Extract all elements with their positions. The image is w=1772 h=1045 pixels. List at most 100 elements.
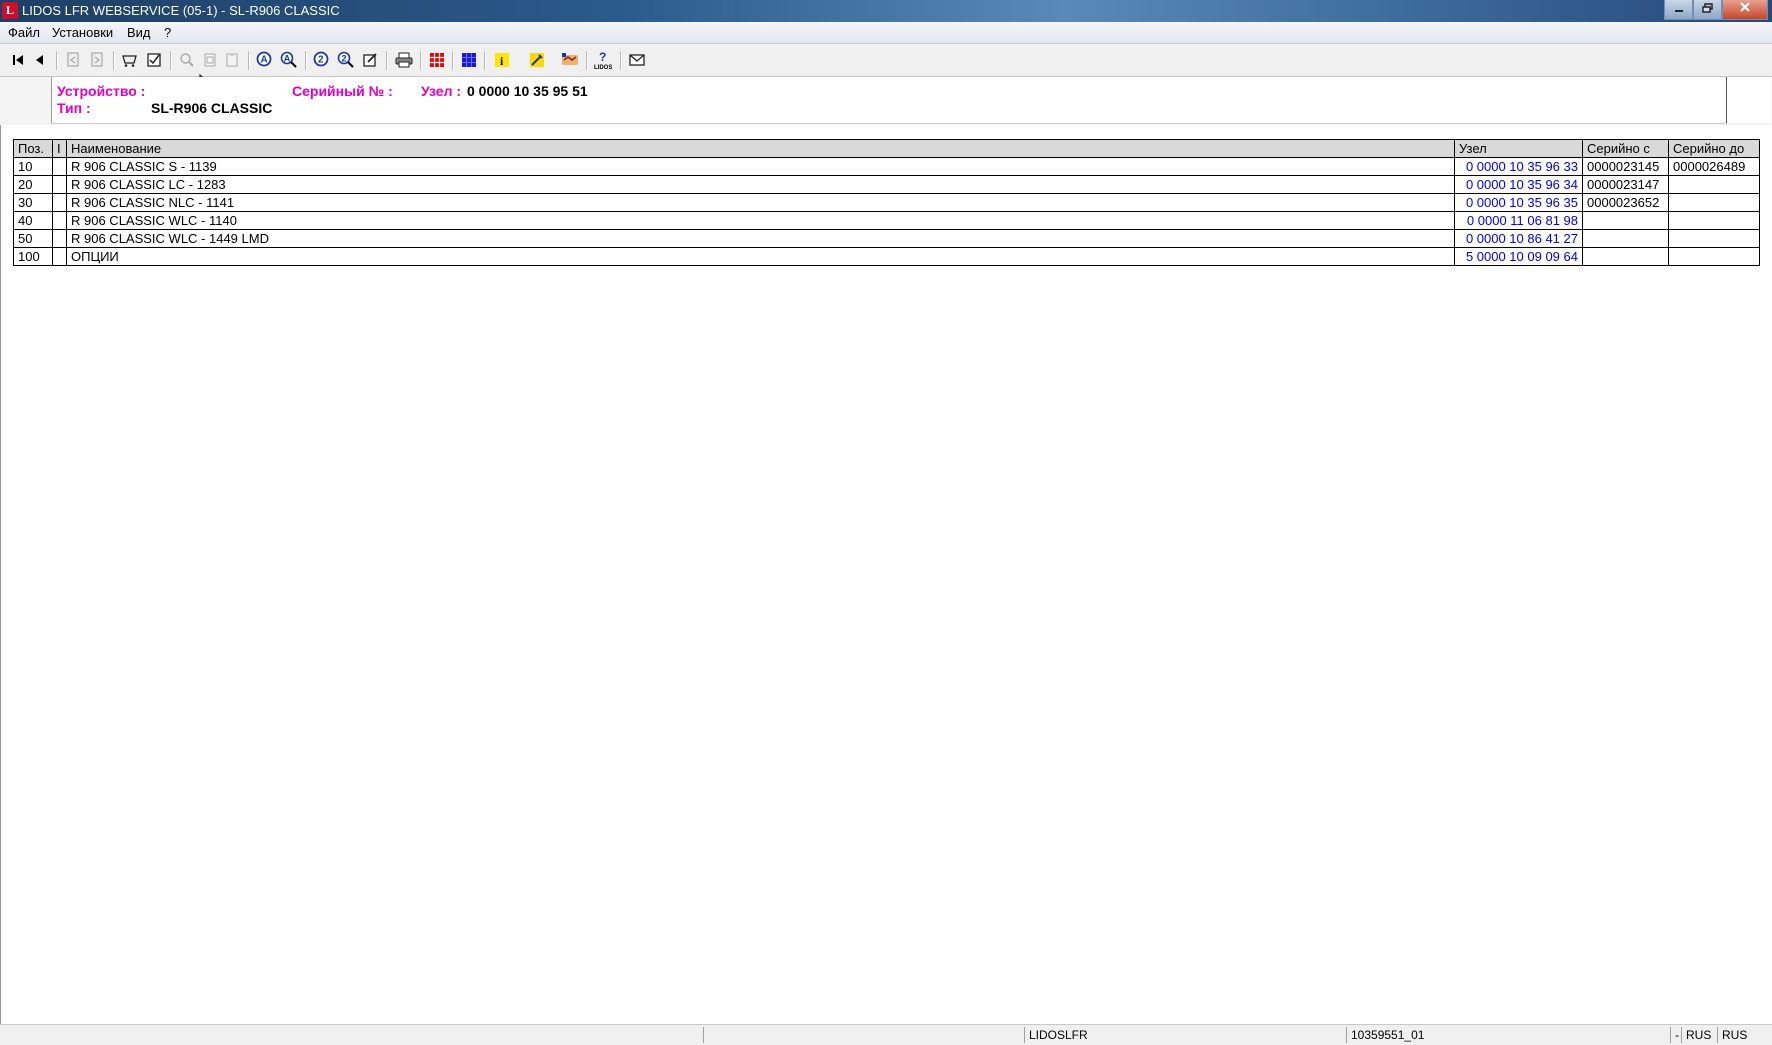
menu-bar: Файл Установки Вид ? [0, 22, 1772, 44]
table-row[interactable]: 30 R 906 CLASSIC NLC - 1141 0 0000 10 35… [13, 193, 1760, 212]
edit-button[interactable] [361, 51, 379, 69]
column-header-name[interactable]: Наименование [66, 139, 1455, 158]
table-row[interactable]: 20 R 906 CLASSIC LC - 1283 0 0000 10 35 … [13, 175, 1760, 194]
cell-name[interactable]: ОПЦИИ [66, 247, 1455, 266]
tools-button[interactable] [528, 51, 546, 69]
printer-icon [395, 52, 413, 68]
cell-serial-to [1668, 193, 1760, 212]
grid-view-button[interactable] [428, 51, 446, 69]
column-header-serial-from[interactable]: Серийно с [1582, 139, 1669, 158]
column-header-serial-to[interactable]: Серийно до [1668, 139, 1760, 158]
status-bar: LIDOSLFR 10359551_01 - RUS RUS [0, 1024, 1772, 1045]
app-icon: L [2, 2, 18, 19]
cell-node-link[interactable]: 0 0000 10 35 96 35 [1454, 193, 1583, 212]
restore-button[interactable] [1693, 0, 1722, 20]
status-language-1: RUS [1681, 1027, 1718, 1043]
cell-node-link[interactable]: 0 0000 10 35 96 34 [1454, 175, 1583, 194]
menu-view[interactable]: Вид [127, 25, 151, 40]
cell-i [52, 193, 67, 212]
cell-i [52, 247, 67, 266]
lidos-help-button[interactable]: ? LIDOS [594, 50, 612, 70]
cell-node-link[interactable]: 5 0000 10 09 09 64 [1454, 247, 1583, 266]
title-bar: L LIDOS LFR WEBSERVICE (05-1) - SL-R906 … [0, 0, 1772, 22]
search-number-zoom-button[interactable]: 2 [337, 51, 355, 69]
search-a-zoom-button[interactable]: A [280, 51, 298, 69]
search-letter-zoom-icon: A [280, 51, 297, 68]
column-header-node[interactable]: Узел [1454, 139, 1583, 158]
cell-node-link[interactable]: 0 0000 10 35 96 33 [1454, 157, 1583, 176]
table-row[interactable]: 10 R 906 CLASSIC S - 1139 0 0000 10 35 9… [13, 157, 1760, 176]
mail-icon [629, 54, 645, 66]
grid-icon [430, 53, 444, 67]
lidos-help-icon: ?LIDOS [594, 50, 612, 70]
handshake-icon [562, 53, 578, 65]
cell-serial-to [1668, 229, 1760, 248]
node-label: Узел : [421, 83, 462, 99]
copy-icon [204, 53, 216, 67]
cell-pos: 100 [13, 247, 53, 266]
paste-icon [226, 53, 238, 67]
table-row[interactable]: 100 ОПЦИИ 5 0000 10 09 09 64 [13, 247, 1760, 266]
minimize-button[interactable] [1664, 0, 1693, 20]
table-row[interactable]: 50 R 906 CLASSIC WLC - 1449 LMD 0 0000 1… [13, 229, 1760, 248]
previous-button[interactable] [31, 51, 49, 69]
menu-file[interactable]: Файл [8, 25, 40, 40]
minimize-icon [1674, 10, 1683, 12]
cell-serial-to [1668, 247, 1760, 266]
checklist-button[interactable] [145, 51, 163, 69]
cell-name[interactable]: R 906 CLASSIC NLC - 1141 [66, 193, 1455, 212]
window-title: LIDOS LFR WEBSERVICE (05-1) - SL-R906 CL… [22, 3, 340, 18]
cell-pos: 50 [13, 229, 53, 248]
window-controls [1664, 0, 1768, 20]
forward-page-button[interactable] [88, 51, 106, 69]
search-number-button[interactable]: 2 [313, 51, 331, 69]
cell-i [52, 175, 67, 194]
cell-serial-to [1668, 211, 1760, 230]
svg-text:2: 2 [342, 54, 347, 64]
first-record-button[interactable] [9, 51, 27, 69]
zoom-button[interactable] [178, 51, 196, 69]
table-row[interactable]: 40 R 906 CLASSIC WLC - 1140 0 0000 11 06… [13, 211, 1760, 230]
paste-button[interactable] [223, 51, 241, 69]
column-header-i[interactable]: I [52, 139, 67, 158]
device-label: Устройство : [57, 83, 146, 99]
header-info-box: Устройство : Тип : SL-R906 CLASSIC Серий… [51, 77, 1727, 124]
column-header-pos[interactable]: Поз. [13, 139, 53, 158]
parts-table: Поз. I Наименование Узел Серийно с Серий… [13, 139, 1760, 266]
handshake-button[interactable] [561, 51, 579, 69]
cell-serial-from [1582, 247, 1669, 266]
cell-name[interactable]: R 906 CLASSIC WLC - 1449 LMD [66, 229, 1455, 248]
copy-button[interactable] [201, 51, 219, 69]
menu-help[interactable]: ? [164, 25, 171, 40]
status-code: 10359551_01 [1346, 1027, 1671, 1043]
header-right-panel [1726, 77, 1771, 123]
type-label: Тип : [57, 100, 91, 116]
back-page-button[interactable] [64, 51, 82, 69]
cell-serial-from: 0000023145 [1582, 157, 1669, 176]
search-letter-icon: A [256, 51, 272, 67]
cart-button[interactable] [121, 51, 139, 69]
cell-serial-to [1668, 175, 1760, 194]
cell-name[interactable]: R 906 CLASSIC S - 1139 [66, 157, 1455, 176]
info-button[interactable]: i [493, 51, 511, 69]
cell-node-link[interactable]: 0 0000 11 06 81 98 [1454, 211, 1583, 230]
svg-text:A: A [284, 54, 291, 64]
close-button[interactable] [1722, 0, 1768, 20]
cell-node-link[interactable]: 0 0000 10 86 41 27 [1454, 229, 1583, 248]
menu-settings[interactable]: Установки [52, 25, 113, 40]
mail-button[interactable] [628, 51, 646, 69]
cell-serial-to: 0000026489 [1668, 157, 1760, 176]
print-button[interactable] [395, 51, 413, 69]
toolbar: A A 2 2 i ? LIDOS [0, 44, 1772, 93]
node-value: 0 0000 10 35 95 51 [467, 83, 588, 99]
left-border [0, 77, 1, 1024]
status-app-name: LIDOSLFR [1024, 1027, 1349, 1043]
block-view-button[interactable] [460, 51, 478, 69]
table-header-row: Поз. I Наименование Узел Серийно с Серий… [13, 139, 1760, 158]
cell-name[interactable]: R 906 CLASSIC WLC - 1140 [66, 211, 1455, 230]
search-a-button[interactable]: A [256, 51, 274, 69]
cell-name[interactable]: R 906 CLASSIC LC - 1283 [66, 175, 1455, 194]
search-number-zoom-icon: 2 [337, 51, 354, 68]
cell-i [52, 211, 67, 230]
search-number-icon: 2 [313, 51, 329, 67]
